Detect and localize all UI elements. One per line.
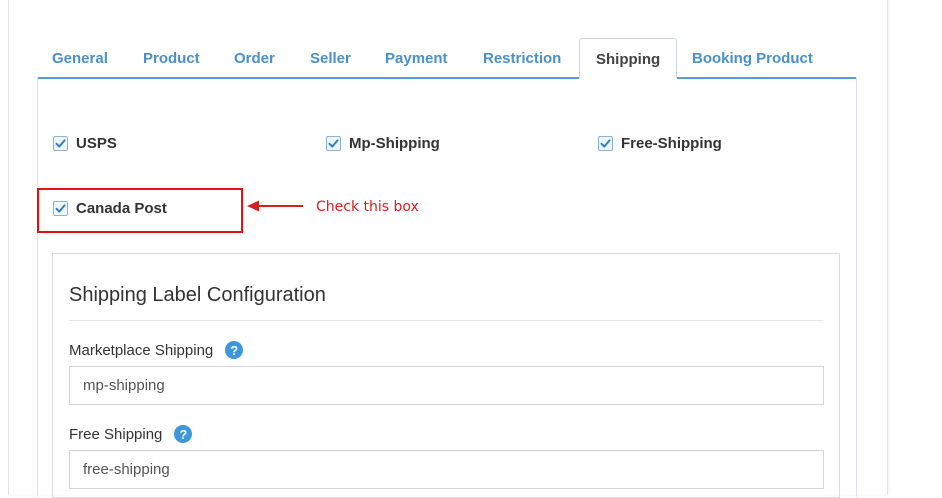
tab-seller[interactable]: Seller <box>310 38 351 77</box>
checkbox-checked-icon[interactable] <box>53 136 68 151</box>
field-label-text: Free Shipping <box>69 425 163 443</box>
checkbox-checked-icon[interactable] <box>598 136 613 151</box>
tab-shipping[interactable]: Shipping <box>579 38 678 79</box>
checkbox-label: USPS <box>76 135 117 152</box>
free-shipping-input[interactable]: free-shipping <box>69 450 824 489</box>
field-label-text: Marketplace Shipping <box>69 341 214 359</box>
marketplace-shipping-label: Marketplace Shipping ? <box>69 341 244 359</box>
annotation-text: Check this box <box>316 199 419 215</box>
mp-shipping-checkbox[interactable]: Mp-Shipping <box>326 135 440 152</box>
free-shipping-label: Free Shipping ? <box>69 425 193 443</box>
section-title: Shipping Label Configuration <box>69 284 326 306</box>
help-icon[interactable]: ? <box>225 341 244 359</box>
tab-restriction[interactable]: Restriction <box>483 38 561 77</box>
section-divider <box>69 320 823 321</box>
shipping-label-config: Shipping Label Configuration Marketplace… <box>52 253 840 498</box>
tab-payment[interactable]: Payment <box>385 38 448 77</box>
tab-general[interactable]: General <box>52 38 108 77</box>
arrow-left-icon <box>247 200 303 212</box>
checkbox-label: Free-Shipping <box>621 135 722 152</box>
help-icon[interactable]: ? <box>174 425 193 443</box>
usps-checkbox[interactable]: USPS <box>53 135 117 152</box>
marketplace-shipping-input[interactable]: mp-shipping <box>69 366 824 405</box>
tab-booking-product[interactable]: Booking Product <box>692 38 813 77</box>
checkbox-label: Mp-Shipping <box>349 135 440 152</box>
tab-bar: General Product Order Seller Payment Res… <box>37 38 856 79</box>
free-shipping-checkbox[interactable]: Free-Shipping <box>598 135 722 152</box>
tab-product[interactable]: Product <box>143 38 200 77</box>
checkbox-checked-icon[interactable] <box>326 136 341 151</box>
tab-order[interactable]: Order <box>234 38 275 77</box>
highlight-box <box>37 188 243 233</box>
